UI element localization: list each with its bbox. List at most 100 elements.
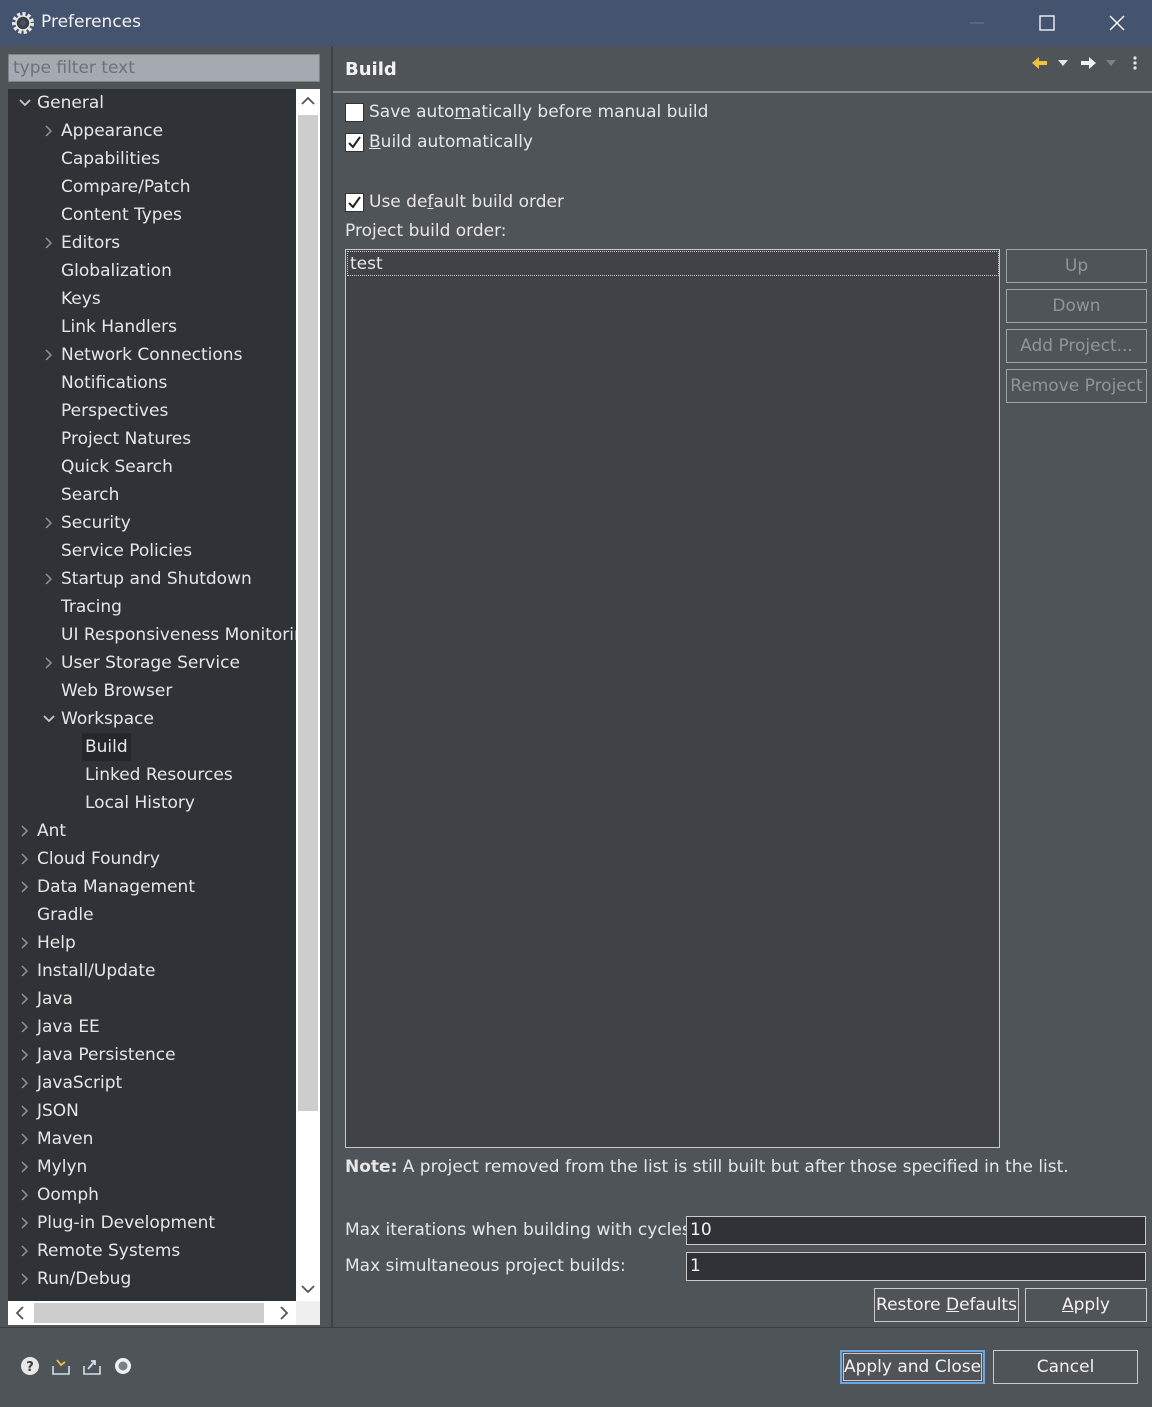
- use-default-build-order-checkbox[interactable]: Use default build order: [345, 190, 564, 214]
- tree-item[interactable]: User Storage Service: [8, 649, 296, 677]
- chevron-right-icon[interactable]: [18, 1237, 32, 1265]
- tree-item[interactable]: Capabilities: [8, 145, 296, 173]
- chevron-right-icon[interactable]: [18, 1181, 32, 1209]
- filter-input[interactable]: type filter text: [8, 54, 320, 82]
- tree-item[interactable]: Mylyn: [8, 1153, 296, 1181]
- scrollbar-thumb[interactable]: [34, 1303, 264, 1323]
- chevron-right-icon[interactable]: [18, 1041, 32, 1069]
- chevron-right-icon[interactable]: [18, 985, 32, 1013]
- chevron-right-icon[interactable]: [18, 1069, 32, 1097]
- chevron-right-icon[interactable]: [42, 117, 56, 145]
- tree-item[interactable]: Search: [8, 481, 296, 509]
- tree-item[interactable]: Project Natures: [8, 425, 296, 453]
- tree-item[interactable]: Local History: [8, 789, 296, 817]
- scrollbar-thumb[interactable]: [298, 115, 318, 1111]
- import-icon[interactable]: [51, 1356, 71, 1376]
- chevron-right-icon[interactable]: [18, 957, 32, 985]
- tree-item[interactable]: UI Responsiveness Monitoring: [8, 621, 296, 649]
- tree-item[interactable]: Appearance: [8, 117, 296, 145]
- scroll-up-icon[interactable]: [296, 89, 320, 113]
- chevron-right-icon[interactable]: [42, 341, 56, 369]
- tree-item[interactable]: Install/Update: [8, 957, 296, 985]
- tree-item[interactable]: Compare/Patch: [8, 173, 296, 201]
- view-menu-icon[interactable]: [1126, 54, 1144, 72]
- chevron-right-icon[interactable]: [18, 929, 32, 957]
- chevron-right-icon[interactable]: [18, 1097, 32, 1125]
- scroll-right-icon[interactable]: [272, 1301, 296, 1325]
- tree-item[interactable]: Keys: [8, 285, 296, 313]
- tree-item[interactable]: Help: [8, 929, 296, 957]
- tree-item[interactable]: Startup and Shutdown: [8, 565, 296, 593]
- tree-item[interactable]: Content Types: [8, 201, 296, 229]
- checkbox-box[interactable]: [345, 132, 364, 152]
- max-iterations-field[interactable]: 10: [686, 1216, 1146, 1245]
- up-button[interactable]: Up: [1006, 249, 1147, 283]
- restore-defaults-button[interactable]: Restore Defaults: [874, 1288, 1019, 1322]
- tree-item[interactable]: Notifications: [8, 369, 296, 397]
- chevron-right-icon[interactable]: [18, 1125, 32, 1153]
- tree-item[interactable]: Web Browser: [8, 677, 296, 705]
- chevron-right-icon[interactable]: [18, 1209, 32, 1237]
- project-build-order-list[interactable]: test: [345, 249, 1000, 1148]
- cancel-button[interactable]: Cancel: [993, 1350, 1138, 1384]
- tree-item[interactable]: General: [8, 89, 296, 117]
- tree-item[interactable]: Maven: [8, 1125, 296, 1153]
- chevron-right-icon[interactable]: [18, 1265, 32, 1293]
- build-automatically-checkbox[interactable]: Build automatically: [345, 130, 533, 154]
- tree-item[interactable]: Run/Debug: [8, 1265, 296, 1293]
- tree-item[interactable]: Gradle: [8, 901, 296, 929]
- chevron-right-icon[interactable]: [42, 565, 56, 593]
- tree-item[interactable]: Oomph: [8, 1181, 296, 1209]
- tree-item[interactable]: Security: [8, 509, 296, 537]
- tree-item[interactable]: Data Management: [8, 873, 296, 901]
- chevron-right-icon[interactable]: [18, 817, 32, 845]
- chevron-down-icon[interactable]: [18, 89, 32, 117]
- tree-item[interactable]: Perspectives: [8, 397, 296, 425]
- chevron-right-icon[interactable]: [18, 1153, 32, 1181]
- minimize-button[interactable]: [942, 0, 1012, 46]
- tree-item[interactable]: Cloud Foundry: [8, 845, 296, 873]
- chevron-right-icon[interactable]: [42, 509, 56, 537]
- tree-item[interactable]: Network Connections: [8, 341, 296, 369]
- apply-button[interactable]: Apply: [1025, 1288, 1147, 1322]
- close-button[interactable]: [1082, 0, 1152, 46]
- panel-splitter[interactable]: [331, 46, 333, 1327]
- back-arrow-icon[interactable]: [1031, 54, 1049, 72]
- tree-item[interactable]: JSON: [8, 1097, 296, 1125]
- chevron-down-icon[interactable]: [42, 705, 56, 733]
- apply-and-close-button[interactable]: Apply and Close: [840, 1350, 985, 1384]
- help-icon[interactable]: ?: [20, 1356, 40, 1376]
- tree-item[interactable]: Java: [8, 985, 296, 1013]
- tree-item[interactable]: Remote Systems: [8, 1237, 296, 1265]
- tree-item[interactable]: Plug-in Development: [8, 1209, 296, 1237]
- tree-item[interactable]: Workspace: [8, 705, 296, 733]
- checkbox-box[interactable]: [345, 192, 364, 212]
- tree-item[interactable]: JavaScript: [8, 1069, 296, 1097]
- chevron-right-icon[interactable]: [18, 1013, 32, 1041]
- checkbox-box[interactable]: [345, 102, 364, 122]
- forward-arrow-icon[interactable]: [1079, 54, 1097, 72]
- down-button[interactable]: Down: [1006, 289, 1147, 323]
- scroll-left-icon[interactable]: [8, 1301, 32, 1325]
- tree-item[interactable]: Service Policies: [8, 537, 296, 565]
- tree-item[interactable]: Java Persistence: [8, 1041, 296, 1069]
- back-menu-chevron-icon[interactable]: [1054, 54, 1072, 72]
- tree-item[interactable]: Tracing: [8, 593, 296, 621]
- preferences-tree[interactable]: General Appearance Capabilities Compare/Pat…: [8, 89, 296, 1301]
- chevron-right-icon[interactable]: [42, 649, 56, 677]
- record-icon[interactable]: [113, 1356, 133, 1376]
- chevron-right-icon[interactable]: [18, 873, 32, 901]
- tree-vertical-scrollbar[interactable]: [296, 89, 320, 1301]
- scroll-down-icon[interactable]: [296, 1277, 320, 1301]
- tree-horizontal-scrollbar[interactable]: [8, 1301, 296, 1325]
- chevron-right-icon[interactable]: [18, 845, 32, 873]
- tree-item[interactable]: Link Handlers: [8, 313, 296, 341]
- tree-item[interactable]: Editors: [8, 229, 296, 257]
- save-automatically-checkbox[interactable]: Save automatically before manual build: [345, 100, 708, 124]
- chevron-right-icon[interactable]: [42, 229, 56, 257]
- add-project-button[interactable]: Add Project...: [1006, 329, 1147, 363]
- tree-item[interactable]: Build: [8, 733, 296, 761]
- export-icon[interactable]: [82, 1356, 102, 1376]
- maximize-button[interactable]: [1012, 0, 1082, 46]
- forward-menu-chevron-icon[interactable]: [1102, 54, 1120, 72]
